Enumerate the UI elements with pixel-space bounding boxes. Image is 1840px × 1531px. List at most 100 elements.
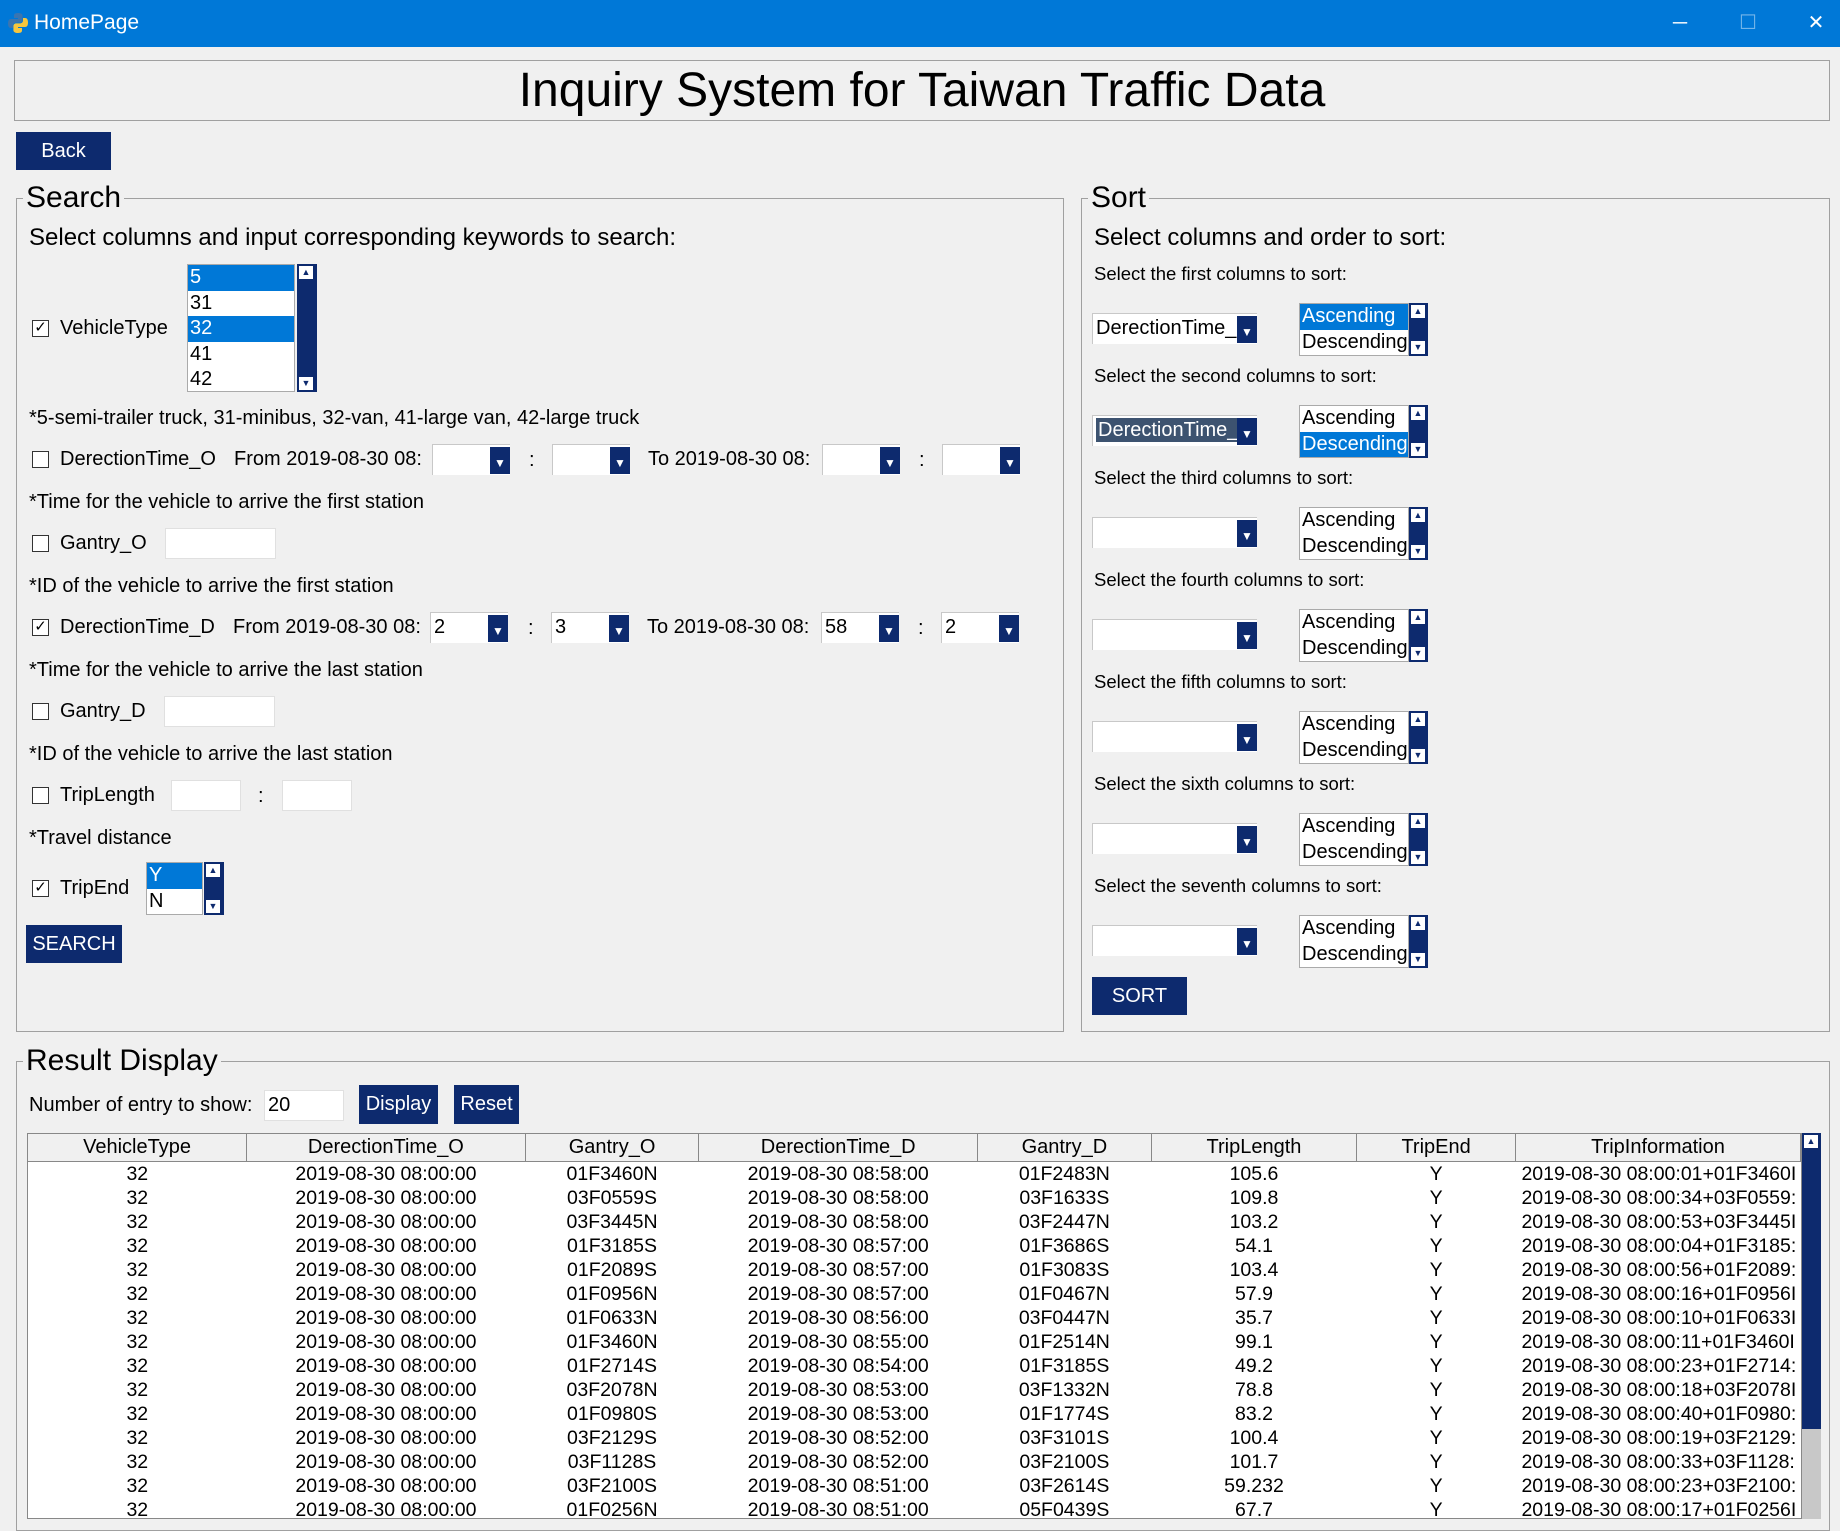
sort-order-scrollbar[interactable]: ▲ ▼: [1409, 405, 1428, 458]
scroll-down-icon[interactable]: ▼: [1411, 647, 1425, 660]
table-row[interactable]: 32 2019-08-30 08:00:00 01F3185S 2019-08-30 …: [28, 1234, 1801, 1258]
entries-input[interactable]: 20: [264, 1090, 344, 1121]
direction-time-d-checkbox[interactable]: ✓: [32, 619, 49, 636]
minimize-icon[interactable]: ─: [1652, 0, 1708, 47]
result-scrollbar[interactable]: ▲: [1802, 1133, 1821, 1519]
direction-time-o-from-sec-combo[interactable]: ▼: [552, 444, 630, 475]
sort-column-combo[interactable]: ▼: [1092, 721, 1257, 752]
back-button[interactable]: Back: [16, 132, 111, 170]
display-button[interactable]: Display: [359, 1085, 438, 1124]
sort-order-listbox[interactable]: Ascending Descending: [1299, 813, 1409, 866]
column-header[interactable]: DerectionTime_D: [698, 1134, 979, 1162]
column-header[interactable]: TripInformation: [1515, 1134, 1801, 1162]
direction-time-d-from-sec-combo[interactable]: 3 ▼: [551, 612, 629, 643]
scroll-up-icon[interactable]: ▲: [299, 266, 313, 279]
direction-time-d-to-sec-combo[interactable]: 2 ▼: [941, 612, 1019, 643]
scroll-down-icon[interactable]: ▼: [1411, 749, 1425, 762]
gantry-d-input[interactable]: [164, 696, 275, 727]
sort-column-combo[interactable]: ▼: [1092, 925, 1257, 956]
table-row[interactable]: 32 2019-08-30 08:00:00 01F0956N 2019-08-30 …: [28, 1282, 1801, 1306]
tripend-checkbox[interactable]: ✓: [32, 880, 49, 897]
close-icon[interactable]: ✕: [1788, 0, 1840, 47]
chevron-down-icon[interactable]: ▼: [1237, 520, 1257, 547]
sort-order-option-descending[interactable]: Descending: [1300, 942, 1408, 968]
sort-order-listbox[interactable]: Ascending Descending: [1299, 303, 1409, 356]
sort-order-option-ascending[interactable]: Ascending: [1300, 406, 1408, 432]
scroll-down-icon[interactable]: ▼: [1411, 341, 1425, 354]
maximize-icon[interactable]: ☐: [1720, 0, 1776, 47]
chevron-down-icon[interactable]: ▼: [1237, 418, 1257, 445]
scrollbar-track[interactable]: [1802, 1429, 1821, 1519]
chevron-down-icon[interactable]: ▼: [879, 615, 899, 642]
column-header[interactable]: Gantry_O: [525, 1134, 700, 1162]
sort-column-combo[interactable]: ▼: [1092, 619, 1257, 650]
scroll-up-icon[interactable]: ▲: [1804, 1135, 1818, 1148]
gantry-o-checkbox[interactable]: [32, 535, 49, 552]
sort-order-scrollbar[interactable]: ▲ ▼: [1409, 711, 1428, 764]
scroll-down-icon[interactable]: ▼: [1411, 851, 1425, 864]
vehicletype-option[interactable]: 5: [188, 265, 294, 291]
chevron-down-icon[interactable]: ▼: [880, 447, 900, 474]
triplength-from-input[interactable]: [171, 780, 241, 811]
sort-order-scrollbar[interactable]: ▲ ▼: [1409, 609, 1428, 662]
column-header[interactable]: Gantry_D: [977, 1134, 1152, 1162]
scroll-up-icon[interactable]: ▲: [1411, 611, 1425, 624]
direction-time-d-to-min-combo[interactable]: 58 ▼: [821, 612, 899, 643]
sort-order-listbox[interactable]: Ascending Descending: [1299, 915, 1409, 968]
table-row[interactable]: 32 2019-08-30 08:00:00 03F3445N 2019-08-30 …: [28, 1210, 1801, 1234]
scroll-up-icon[interactable]: ▲: [1411, 815, 1425, 828]
vehicletype-option[interactable]: 41: [188, 342, 294, 368]
gantry-d-checkbox[interactable]: [32, 703, 49, 720]
table-row[interactable]: 32 2019-08-30 08:00:00 01F2089S 2019-08-30 …: [28, 1258, 1801, 1282]
sort-order-scrollbar[interactable]: ▲ ▼: [1409, 303, 1428, 356]
sort-order-option-ascending[interactable]: Ascending: [1300, 814, 1408, 840]
table-row[interactable]: 32 2019-08-30 08:00:00 03F1128S 2019-08-30 …: [28, 1450, 1801, 1474]
direction-time-o-checkbox[interactable]: [32, 451, 49, 468]
chevron-down-icon[interactable]: ▼: [488, 615, 508, 642]
tripend-option[interactable]: N: [147, 889, 202, 915]
table-row[interactable]: 32 2019-08-30 08:00:00 01F2714S 2019-08-30 …: [28, 1354, 1801, 1378]
triplength-checkbox[interactable]: [32, 787, 49, 804]
vehicletype-option[interactable]: 42: [188, 367, 294, 391]
scroll-down-icon[interactable]: ▼: [299, 377, 313, 390]
direction-time-d-from-min-combo[interactable]: 2 ▼: [430, 612, 508, 643]
sort-button[interactable]: SORT: [1092, 977, 1187, 1015]
chevron-down-icon[interactable]: ▼: [1237, 928, 1257, 955]
scroll-up-icon[interactable]: ▲: [1411, 509, 1425, 522]
tripend-scrollbar[interactable]: ▲ ▼: [204, 862, 224, 915]
table-row[interactable]: 32 2019-08-30 08:00:00 01F0256N 2019-08-30 …: [28, 1498, 1801, 1519]
vehicletype-listbox[interactable]: 5 31 32 41 42: [187, 264, 295, 392]
column-header[interactable]: TripEnd: [1356, 1134, 1516, 1162]
sort-column-combo[interactable]: DerectionTime_D ▼: [1092, 415, 1257, 446]
table-row[interactable]: 32 2019-08-30 08:00:00 03F2129S 2019-08-30 …: [28, 1426, 1801, 1450]
table-row[interactable]: 32 2019-08-30 08:00:00 01F0633N 2019-08-30 …: [28, 1306, 1801, 1330]
sort-order-option-descending[interactable]: Descending: [1300, 534, 1408, 560]
vehicletype-checkbox[interactable]: ✓: [32, 320, 49, 337]
table-row[interactable]: 32 2019-08-30 08:00:00 03F2100S 2019-08-30 …: [28, 1474, 1801, 1498]
scroll-up-icon[interactable]: ▲: [206, 864, 220, 877]
scroll-down-icon[interactable]: ▼: [1411, 953, 1425, 966]
sort-order-option-ascending[interactable]: Ascending: [1300, 610, 1408, 636]
sort-order-listbox[interactable]: Ascending Descending: [1299, 711, 1409, 764]
sort-order-option-ascending[interactable]: Ascending: [1300, 916, 1408, 942]
search-button[interactable]: SEARCH: [26, 925, 122, 963]
sort-order-option-descending[interactable]: Descending: [1300, 330, 1408, 356]
direction-time-o-from-min-combo[interactable]: ▼: [432, 444, 510, 475]
scroll-up-icon[interactable]: ▲: [1411, 407, 1425, 420]
sort-column-combo[interactable]: ▼: [1092, 517, 1257, 548]
direction-time-o-to-min-combo[interactable]: ▼: [822, 444, 900, 475]
chevron-down-icon[interactable]: ▼: [610, 447, 630, 474]
triplength-to-input[interactable]: [282, 780, 352, 811]
scroll-up-icon[interactable]: ▲: [1411, 917, 1425, 930]
column-header[interactable]: VehicleType: [28, 1134, 248, 1162]
table-row[interactable]: 32 2019-08-30 08:00:00 03F2078N 2019-08-30 …: [28, 1378, 1801, 1402]
scroll-down-icon[interactable]: ▼: [1411, 443, 1425, 456]
chevron-down-icon[interactable]: ▼: [490, 447, 510, 474]
chevron-down-icon[interactable]: ▼: [1237, 316, 1257, 343]
table-row[interactable]: 32 2019-08-30 08:00:00 01F3460N 2019-08-30 …: [28, 1161, 1801, 1186]
sort-order-option-descending[interactable]: Descending: [1300, 738, 1408, 764]
sort-order-option-descending[interactable]: Descending: [1300, 840, 1408, 866]
table-row[interactable]: 32 2019-08-30 08:00:00 03F0559S 2019-08-30 …: [28, 1186, 1801, 1210]
scroll-down-icon[interactable]: ▼: [206, 900, 220, 913]
chevron-down-icon[interactable]: ▼: [1237, 622, 1257, 649]
